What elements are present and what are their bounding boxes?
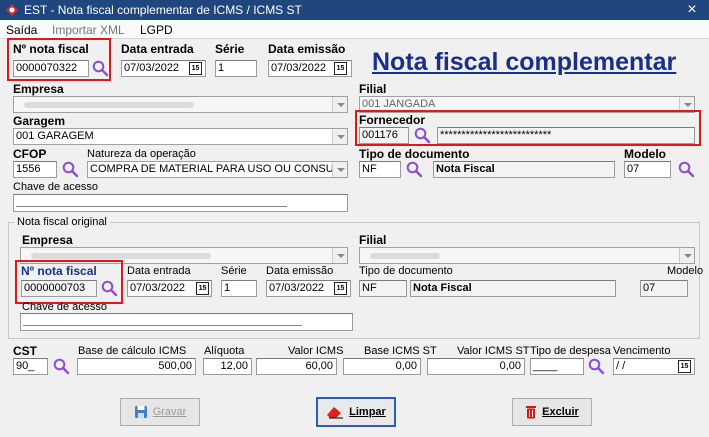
close-icon[interactable]: × [681, 1, 703, 19]
search-icon[interactable] [100, 279, 118, 297]
orig-data-entrada-value: 07/03/2022 [130, 282, 186, 294]
calendar-icon[interactable]: 15 [334, 282, 347, 295]
orig-serie-input[interactable]: 1 [221, 280, 257, 297]
calendar-icon[interactable]: 15 [678, 360, 691, 373]
menu-saida[interactable]: Saída [6, 23, 37, 37]
orig-chave-acesso-input[interactable] [20, 313, 353, 331]
tipo-despesa-label: Tipo de despesa [530, 345, 611, 357]
empresa-select[interactable] [13, 96, 348, 113]
orig-data-emissao-label: Data emissão [266, 265, 334, 277]
data-emissao-value: 07/03/2022 [271, 62, 327, 74]
fornecedor-code-input[interactable]: 001176 [359, 127, 409, 144]
garagem-label: Garagem [13, 114, 66, 128]
calendar-icon[interactable]: 15 [189, 62, 202, 75]
orig-filial-select[interactable] [359, 247, 695, 264]
data-emissao-label: Data emissão [268, 42, 346, 56]
orig-modelo-input[interactable]: 07 [640, 280, 688, 297]
modelo-input[interactable]: 07 [624, 161, 671, 178]
orig-tipo-doc-name-field: Nota Fiscal [410, 280, 616, 297]
search-icon[interactable] [677, 160, 695, 178]
calendar-icon[interactable]: 15 [334, 62, 347, 75]
valor-icms-label: Valor ICMS [288, 345, 344, 357]
valor-st-label: Valor ICMS ST [457, 345, 530, 357]
menu-lgpd[interactable]: LGPD [140, 23, 173, 37]
menu-importar-xml[interactable]: Importar XML [52, 23, 125, 37]
valor-icms-input[interactable]: 60,00 [256, 358, 337, 375]
app-logo-icon [6, 4, 18, 16]
valor-st-input[interactable]: 0,00 [427, 358, 525, 375]
cst-input[interactable]: 90_ [13, 358, 48, 375]
fornecedor-label: Fornecedor [359, 113, 426, 127]
filial-value: 001 JANGADA [362, 98, 436, 110]
trash-icon [526, 406, 537, 419]
excluir-label: Excluir [542, 406, 579, 418]
original-group-label: Nota fiscal original [14, 216, 110, 228]
orig-chave-mask-line [23, 325, 302, 326]
natureza-label: Natureza da operação [87, 148, 196, 160]
nf-label: Nº nota fiscal [13, 42, 89, 56]
serie-label: Série [215, 42, 245, 56]
search-icon[interactable] [413, 126, 431, 144]
natureza-value: COMPRA DE MATERIAL PARA USO OU CONSUMO [90, 163, 348, 175]
fornecedor-name-field: ************************** [437, 127, 695, 144]
search-icon[interactable] [405, 160, 423, 178]
search-icon[interactable] [587, 357, 605, 375]
menu-bar: Saída Importar XML LGPD [0, 20, 709, 39]
limpar-button[interactable]: Limpar [316, 397, 396, 427]
vencimento-value: / / [616, 360, 626, 372]
gravar-button[interactable]: Gravar [120, 398, 200, 426]
base-st-label: Base ICMS ST [364, 345, 437, 357]
search-icon[interactable] [52, 357, 70, 375]
excluir-button[interactable]: Excluir [512, 398, 592, 426]
gravar-label: Gravar [152, 406, 187, 418]
calendar-icon[interactable]: 15 [196, 282, 209, 295]
base-icms-label: Base de cálculo ICMS [78, 345, 187, 357]
natureza-select[interactable]: COMPRA DE MATERIAL PARA USO OU CONSUMO [87, 161, 348, 178]
data-entrada-label: Data entrada [121, 42, 194, 56]
orig-data-entrada-label: Data entrada [127, 265, 191, 277]
orig-tipo-doc-code-input[interactable]: NF [359, 280, 407, 297]
empresa-label: Empresa [13, 82, 64, 96]
tipo-doc-label: Tipo de documento [359, 147, 470, 161]
orig-data-emissao-value: 07/03/2022 [269, 282, 325, 294]
orig-tipo-doc-label: Tipo de documento [359, 265, 453, 277]
modelo-label: Modelo [624, 147, 666, 161]
cst-label: CST [13, 344, 37, 358]
garagem-select[interactable]: 001 GARAGEM [13, 128, 348, 145]
orig-nf-number-input[interactable]: 0000000703 [21, 280, 97, 297]
base-icms-input[interactable]: 500,00 [77, 358, 196, 375]
orig-serie-label: Série [221, 265, 247, 277]
orig-empresa-label: Empresa [22, 233, 73, 247]
window-title: EST - Nota fiscal complementar de ICMS /… [24, 3, 302, 17]
tipo-doc-code-input[interactable]: NF [359, 161, 401, 178]
chave-label: Chave de acesso [13, 181, 98, 193]
search-icon[interactable] [61, 160, 79, 178]
orig-chave-label: Chave de acesso [22, 301, 107, 313]
eraser-icon [327, 407, 344, 419]
cfop-input[interactable]: 1556 [13, 161, 57, 178]
tipo-despesa-input[interactable]: ____ [530, 358, 584, 375]
orig-modelo-label: Modelo [667, 265, 704, 277]
cfop-label: CFOP [13, 147, 47, 161]
filial-label: Filial [359, 82, 387, 96]
aliquota-input[interactable]: 12,00 [203, 358, 252, 375]
chave-mask-line [16, 206, 287, 207]
save-icon [134, 406, 147, 418]
nf-number-input[interactable]: 0000070322 [13, 60, 89, 77]
serie-input[interactable]: 1 [215, 60, 257, 77]
garagem-value: 001 GARAGEM [16, 130, 94, 142]
data-entrada-value: 07/03/2022 [124, 62, 180, 74]
tipo-doc-name-field: Nota Fiscal [433, 161, 615, 178]
vencimento-label: Vencimento [613, 345, 671, 357]
aliquota-label: Alíquota [204, 345, 245, 357]
limpar-label: Limpar [349, 406, 386, 418]
title-bar: EST - Nota fiscal complementar de ICMS /… [0, 0, 709, 20]
page-heading: Nota fiscal complementar [372, 48, 677, 76]
base-st-input[interactable]: 0,00 [343, 358, 421, 375]
orig-nf-label: Nº nota fiscal [21, 264, 97, 278]
search-icon[interactable] [91, 59, 109, 77]
orig-filial-label: Filial [359, 233, 387, 247]
chave-acesso-input[interactable] [13, 194, 348, 212]
